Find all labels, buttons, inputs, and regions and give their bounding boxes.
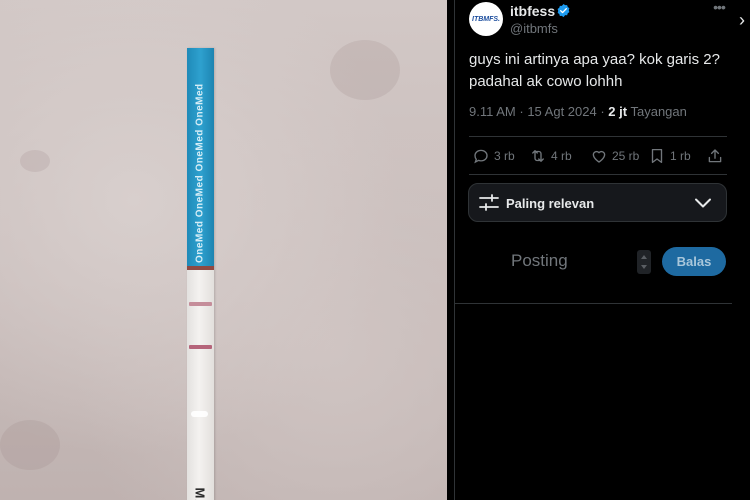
reply-input[interactable]: Posting xyxy=(511,251,568,271)
repost-button[interactable]: 4 rb xyxy=(529,146,572,166)
photo-smudge xyxy=(330,40,400,100)
divider xyxy=(469,174,727,175)
test-strip-handle: OneMed OneMed OneMed OneMed xyxy=(187,48,214,266)
tweet-text-line: padahal ak cowo lohhh xyxy=(469,73,623,90)
tweet-text: guys ini artinya apa yaa? kok garis 2? p… xyxy=(469,49,729,93)
test-strip: OneMed OneMed OneMed OneMed MAX xyxy=(187,48,214,500)
reply-count: 3 rb xyxy=(494,149,515,163)
share-button[interactable] xyxy=(706,146,728,166)
tweet-meta: 9.11 AM · 15 Agt 2024 · 2 jt Tayangan xyxy=(469,104,687,119)
bookmark-icon xyxy=(651,148,663,164)
heart-icon xyxy=(592,150,606,163)
like-count: 25 rb xyxy=(612,149,640,163)
next-area xyxy=(732,0,750,500)
views-count: 2 jt xyxy=(608,104,628,119)
avatar[interactable]: ITBMFS. xyxy=(469,2,503,36)
more-icon[interactable]: ••• xyxy=(710,0,728,16)
tweet-photo[interactable]: OneMed OneMed OneMed OneMed MAX xyxy=(0,0,447,500)
reply-button[interactable]: 3 rb xyxy=(472,146,515,166)
input-scroll-stepper[interactable] xyxy=(637,250,651,274)
handle[interactable]: @itbmfs xyxy=(510,21,558,36)
verified-badge-icon xyxy=(557,3,570,18)
repost-icon xyxy=(532,150,544,162)
share-icon xyxy=(708,149,722,163)
bookmark-count: 1 rb xyxy=(670,149,691,163)
tweet-date[interactable]: 15 Agt 2024 xyxy=(527,104,596,119)
sort-replies-dropdown[interactable]: Paling relevan xyxy=(468,183,727,222)
test-strip-max-label: MAX xyxy=(193,488,208,500)
sort-label: Paling relevan xyxy=(506,196,595,211)
control-line xyxy=(189,302,212,306)
reply-submit-button[interactable]: Balas xyxy=(662,247,726,276)
sliders-icon xyxy=(479,194,499,211)
test-strip-brand: OneMed OneMed OneMed OneMed xyxy=(194,83,206,263)
tweet-time[interactable]: 9.11 AM xyxy=(469,104,516,119)
strip-glare xyxy=(191,411,208,417)
photo-smudge xyxy=(20,150,50,172)
reply-icon xyxy=(474,149,488,164)
divider xyxy=(469,136,727,137)
chevron-down-icon xyxy=(695,198,711,208)
test-line xyxy=(189,345,212,349)
repost-count: 4 rb xyxy=(551,149,572,163)
tweet-text-line: guys ini artinya apa yaa? kok garis 2? xyxy=(469,51,720,68)
photo-smudge xyxy=(0,420,60,470)
views-label: Tayangan xyxy=(630,104,687,119)
like-button[interactable]: 25 rb xyxy=(590,146,639,166)
test-strip-band xyxy=(187,266,214,270)
bookmark-button[interactable]: 1 rb xyxy=(648,146,691,166)
divider xyxy=(455,303,750,304)
display-name[interactable]: itbfess xyxy=(510,3,555,19)
chevron-right-icon[interactable]: › xyxy=(735,10,749,30)
panel-divider xyxy=(454,0,455,500)
